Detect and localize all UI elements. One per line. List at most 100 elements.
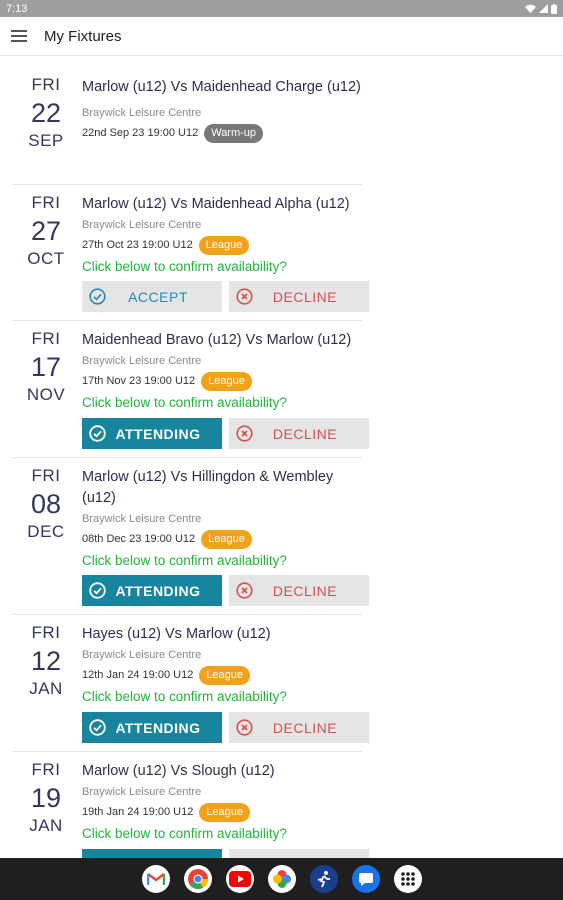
fixture-month: JAN bbox=[29, 816, 63, 835]
app-drawer-icon[interactable] bbox=[393, 865, 422, 893]
fixture-date-number: 22 bbox=[30, 98, 62, 128]
fixture-card[interactable]: FRI 08 DEC Marlow (u12) Vs Hillingdon & … bbox=[12, 458, 369, 615]
fixture-date: FRI 22 SEP bbox=[12, 75, 80, 151]
fixture-date: FRI 19 JAN bbox=[12, 760, 80, 836]
fixture-date: FRI 27 OCT bbox=[12, 193, 80, 269]
fixture-type-badge: League bbox=[201, 371, 252, 391]
check-circle-icon bbox=[89, 288, 106, 305]
status-bar: 7:13 bbox=[0, 0, 563, 17]
fixture-meta: 27th Oct 23 19:00 U12 League bbox=[82, 235, 367, 255]
app-dock bbox=[0, 858, 563, 900]
fixture-date: FRI 08 DEC bbox=[12, 466, 80, 542]
status-time: 7:13 bbox=[6, 2, 28, 15]
decline-button[interactable]: DECLINE bbox=[229, 418, 369, 449]
fixture-month: SEP bbox=[28, 131, 64, 150]
availability-prompt: Click below to confirm availability? bbox=[82, 553, 287, 568]
fixture-date-number: 12 bbox=[30, 646, 62, 676]
availability-prompt: Click below to confirm availability? bbox=[82, 826, 287, 841]
fixture-day: FRI bbox=[31, 623, 61, 642]
fixture-info: Marlow (u12) Vs Maidenhead Charge (u12) … bbox=[82, 77, 367, 143]
fixture-venue: Braywick Leisure Centre bbox=[82, 107, 202, 119]
fixture-info: Marlow (u12) Vs Slough (u12) Braywick Le… bbox=[82, 761, 367, 841]
attending-button[interactable]: ATTENDING bbox=[82, 712, 222, 743]
availability-prompt: Click below to confirm availability? bbox=[82, 395, 287, 410]
decline-button[interactable] bbox=[229, 849, 369, 858]
availability-buttons: ATTENDING DECLINE bbox=[82, 418, 369, 449]
fixture-title: Marlow (u12) Vs Maidenhead Charge (u12) bbox=[82, 79, 361, 95]
close-circle-icon bbox=[236, 425, 253, 442]
fixture-month: JAN bbox=[29, 679, 63, 698]
decline-button[interactable]: DECLINE bbox=[229, 712, 369, 743]
decline-button[interactable]: DECLINE bbox=[229, 575, 369, 606]
attending-button[interactable]: ATTENDING bbox=[82, 575, 222, 606]
fixture-venue: Braywick Leisure Centre bbox=[82, 513, 202, 525]
fixture-datetime: 22nd Sep 23 19:00 U12 bbox=[82, 127, 199, 139]
availability-buttons bbox=[82, 849, 369, 858]
fixture-type-badge: League bbox=[201, 529, 252, 549]
youtube-icon[interactable] bbox=[225, 865, 254, 893]
fixture-day: FRI bbox=[31, 466, 61, 485]
fixture-title: Maidenhead Bravo (u12) Vs Marlow (u12) bbox=[82, 332, 352, 348]
photos-icon[interactable] bbox=[267, 865, 296, 893]
fixture-card[interactable]: FRI 17 NOV Maidenhead Bravo (u12) Vs Mar… bbox=[12, 321, 369, 458]
app-bar: My Fixtures bbox=[0, 17, 563, 56]
fixture-title: Marlow (u12) Vs Hillingdon & Wembley (u1… bbox=[82, 469, 334, 506]
fixture-date-number: 27 bbox=[30, 216, 62, 246]
fixture-list[interactable]: FRI 22 SEP Marlow (u12) Vs Maidenhead Ch… bbox=[0, 57, 563, 858]
availability-prompt: Click below to confirm availability? bbox=[82, 689, 287, 704]
menu-button[interactable] bbox=[0, 17, 38, 56]
fixture-day: FRI bbox=[31, 193, 61, 212]
fixture-info: Marlow (u12) Vs Maidenhead Alpha (u12) B… bbox=[82, 194, 367, 274]
signal-icon bbox=[539, 4, 548, 13]
fixture-info: Marlow (u12) Vs Hillingdon & Wembley (u1… bbox=[82, 467, 367, 568]
fixture-info: Maidenhead Bravo (u12) Vs Marlow (u12) B… bbox=[82, 330, 367, 410]
hamburger-icon bbox=[11, 30, 27, 42]
fixture-day: FRI bbox=[31, 329, 61, 348]
status-icons bbox=[525, 3, 557, 14]
close-circle-icon bbox=[236, 288, 253, 305]
availability-prompt: Click below to confirm availability? bbox=[82, 259, 287, 274]
attending-button[interactable]: ATTENDING bbox=[82, 418, 222, 449]
availability-buttons: ATTENDING DECLINE bbox=[82, 712, 369, 743]
wifi-icon bbox=[525, 4, 536, 13]
fixture-type-badge: League bbox=[199, 665, 251, 685]
gmail-icon[interactable] bbox=[141, 865, 170, 893]
fixture-date: FRI 17 NOV bbox=[12, 329, 80, 405]
fixture-card[interactable]: FRI 12 JAN Hayes (u12) Vs Marlow (u12) B… bbox=[12, 615, 369, 752]
fixture-card[interactable]: FRI 19 JAN Marlow (u12) Vs Slough (u12) … bbox=[12, 752, 369, 858]
fixture-month: DEC bbox=[27, 522, 65, 541]
messages-icon[interactable] bbox=[351, 865, 380, 893]
fixture-day: FRI bbox=[31, 760, 61, 779]
fixture-date-number: 17 bbox=[30, 352, 62, 382]
decline-button[interactable]: DECLINE bbox=[229, 281, 369, 312]
check-circle-icon bbox=[89, 719, 106, 736]
fixture-month: OCT bbox=[27, 249, 65, 268]
fixture-date-number: 19 bbox=[30, 783, 62, 813]
fixture-card[interactable]: FRI 27 OCT Marlow (u12) Vs Maidenhead Al… bbox=[12, 185, 369, 321]
availability-buttons: ACCEPT DECLINE bbox=[82, 281, 369, 312]
fixture-day: FRI bbox=[31, 75, 61, 94]
attending-button[interactable] bbox=[82, 849, 222, 858]
close-circle-icon bbox=[236, 719, 253, 736]
fitness-icon[interactable] bbox=[309, 865, 338, 893]
availability-buttons: ATTENDING DECLINE bbox=[82, 575, 369, 606]
fixture-venue: Braywick Leisure Centre bbox=[82, 786, 202, 798]
fixture-date-number: 08 bbox=[30, 489, 62, 519]
fixture-venue: Braywick Leisure Centre bbox=[82, 355, 202, 367]
fixture-meta: 22nd Sep 23 19:00 U12 Warm-up bbox=[82, 123, 367, 143]
fixture-datetime: 08th Dec 23 19:00 U12 bbox=[82, 533, 196, 545]
battery-icon bbox=[551, 3, 557, 14]
accept-button[interactable]: ACCEPT bbox=[82, 281, 222, 312]
fixture-card[interactable]: FRI 22 SEP Marlow (u12) Vs Maidenhead Ch… bbox=[12, 57, 362, 185]
fixture-type-badge: League bbox=[199, 802, 251, 822]
fixture-meta: 17th Nov 23 19:00 U12 League bbox=[82, 371, 367, 391]
fixture-type-badge: League bbox=[198, 235, 250, 255]
fixture-datetime: 27th Oct 23 19:00 U12 bbox=[82, 239, 193, 251]
fixture-date: FRI 12 JAN bbox=[12, 623, 80, 699]
fixture-meta: 12th Jan 24 19:00 U12 League bbox=[82, 665, 367, 685]
fixture-venue: Braywick Leisure Centre bbox=[82, 649, 202, 661]
chrome-icon[interactable] bbox=[183, 865, 212, 893]
check-circle-icon bbox=[89, 582, 106, 599]
fixture-datetime: 19th Jan 24 19:00 U12 bbox=[82, 806, 194, 818]
close-circle-icon bbox=[236, 582, 253, 599]
